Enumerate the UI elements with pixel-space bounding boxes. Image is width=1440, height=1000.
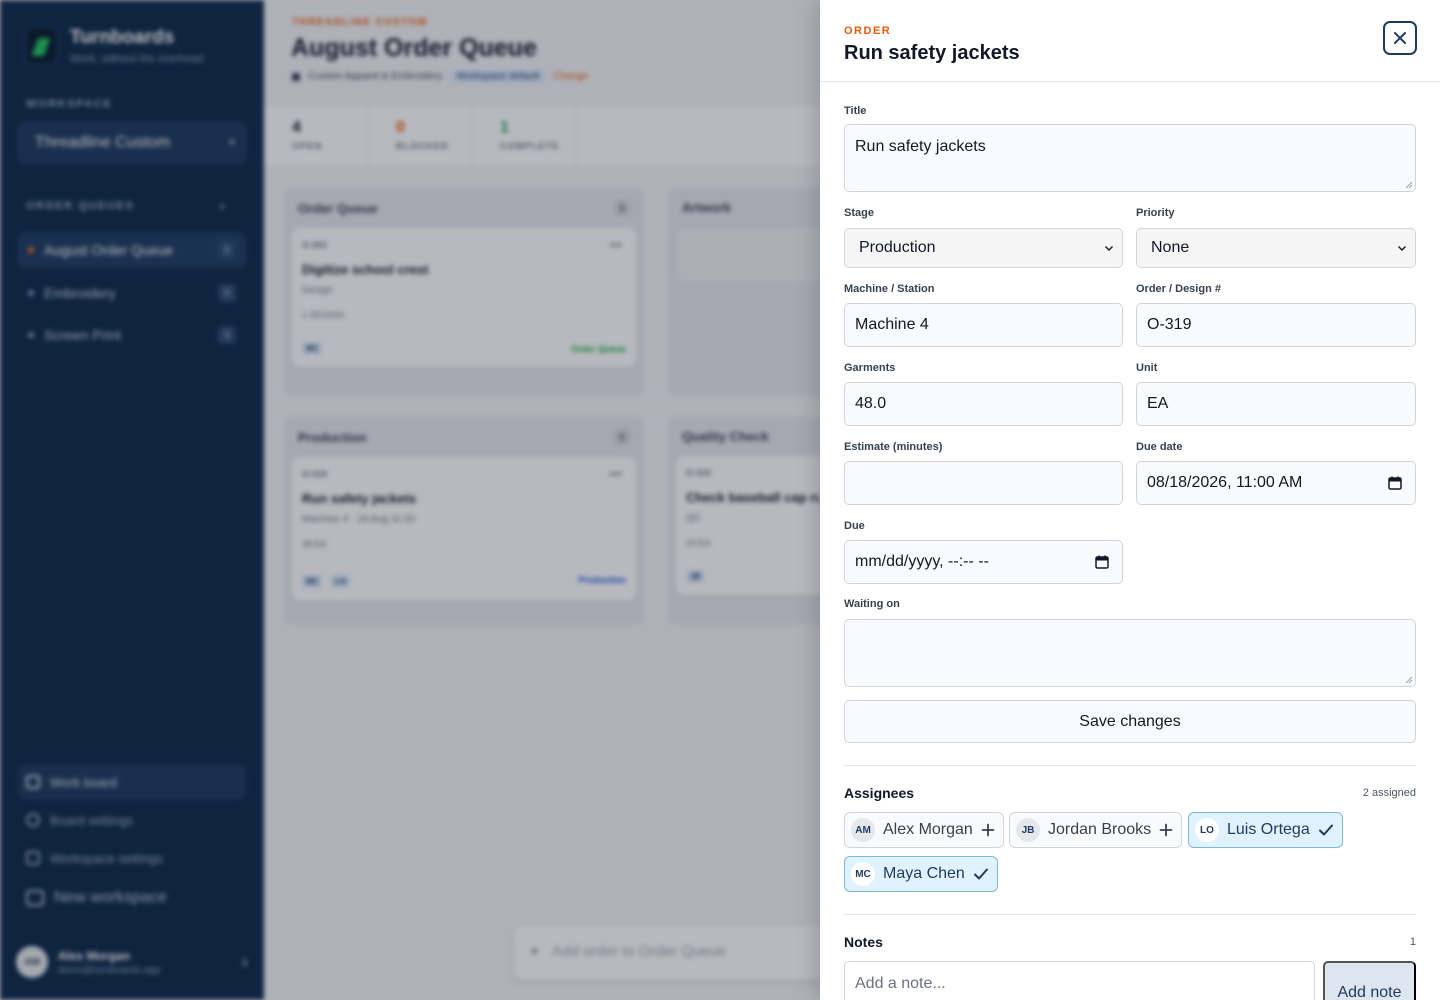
calendar-icon[interactable] — [1387, 475, 1403, 491]
assignee-chip-luis-ortega[interactable]: LO Luis Ortega — [1188, 812, 1343, 848]
modal-backdrop[interactable] — [0, 0, 820, 1000]
assignee-chip-alex-morgan[interactable]: AM Alex Morgan — [844, 812, 1004, 848]
garments-input[interactable]: 48.0 — [844, 382, 1123, 426]
check-icon — [1318, 824, 1333, 836]
plus-icon — [981, 823, 995, 837]
assignee-name: Maya Chen — [883, 865, 965, 882]
resize-handle-icon[interactable] — [1405, 676, 1413, 684]
stage-value: Production — [859, 239, 936, 256]
assignee-name: Luis Ortega — [1227, 821, 1310, 838]
assignee-name: Jordan Brooks — [1048, 821, 1152, 838]
note-input[interactable]: Add a note... — [844, 961, 1315, 1000]
resize-handle-icon[interactable] — [1405, 181, 1413, 189]
machine-label: Machine / Station — [844, 283, 935, 295]
check-icon — [973, 868, 988, 880]
order-drawer: ORDER Run safety jackets Title Run safet… — [820, 0, 1440, 1000]
assignee-chip-maya-chen[interactable]: MC Maya Chen — [844, 856, 998, 892]
close-button[interactable] — [1383, 21, 1417, 55]
garments-label: Garments — [844, 362, 896, 374]
title-value: Run safety jackets — [855, 138, 986, 155]
unit-input[interactable]: EA — [1136, 382, 1416, 426]
waiting-label: Waiting on — [844, 598, 900, 610]
order-number-label: Order / Design # — [1136, 283, 1221, 295]
due-date-input[interactable]: 08/18/2026, 11:00 AM — [1136, 461, 1416, 505]
avatar: MC — [851, 862, 875, 886]
drawer-header: ORDER Run safety jackets — [820, 0, 1440, 82]
calendar-icon[interactable] — [1094, 554, 1110, 570]
assignee-chip-jordan-brooks[interactable]: JB Jordan Brooks — [1009, 812, 1183, 848]
assignees-count: 2 assigned — [1362, 787, 1416, 799]
plus-icon — [1159, 823, 1173, 837]
order-number-value: O-319 — [1147, 316, 1192, 333]
due-input[interactable]: mm/dd/yyyy, --:-- -- — [844, 540, 1123, 584]
drawer-title: Run safety jackets — [844, 42, 1020, 64]
notes-title: Notes — [844, 934, 883, 950]
garments-value: 48.0 — [855, 395, 887, 412]
drawer-kicker: ORDER — [844, 25, 892, 37]
unit-label: Unit — [1136, 362, 1158, 374]
notes-count: 1 — [1409, 936, 1416, 948]
due-label: Due — [844, 520, 865, 532]
chevron-down-icon — [1105, 246, 1113, 251]
unit-value: EA — [1147, 395, 1169, 412]
divider — [844, 914, 1416, 915]
machine-input[interactable]: Machine 4 — [844, 303, 1123, 347]
due-value: mm/dd/yyyy, --:-- -- — [855, 553, 989, 570]
chevron-down-icon — [1398, 246, 1406, 251]
save-changes-button[interactable]: Save changes — [844, 700, 1416, 743]
add-note-button[interactable]: Add note — [1323, 961, 1416, 1000]
divider — [844, 765, 1416, 766]
estimate-input[interactable] — [844, 461, 1123, 505]
due-date-value: 08/18/2026, 11:00 AM — [1147, 474, 1303, 491]
assignees-title: Assignees — [844, 785, 915, 801]
title-textarea[interactable]: Run safety jackets — [844, 124, 1416, 192]
stage-select[interactable]: Production — [844, 228, 1123, 268]
priority-select[interactable]: None — [1136, 228, 1416, 268]
avatar: JB — [1016, 818, 1040, 842]
stage-label: Stage — [844, 207, 874, 219]
estimate-label: Estimate (minutes) — [844, 441, 943, 453]
avatar: AM — [851, 818, 875, 842]
order-number-input[interactable]: O-319 — [1136, 303, 1416, 347]
priority-value: None — [1151, 239, 1190, 256]
waiting-textarea[interactable] — [844, 619, 1416, 687]
close-icon — [1394, 32, 1406, 44]
avatar: LO — [1195, 818, 1219, 842]
machine-value: Machine 4 — [855, 316, 929, 333]
priority-label: Priority — [1136, 207, 1175, 219]
due-date-label: Due date — [1136, 441, 1183, 453]
title-label: Title — [844, 105, 867, 117]
assignee-name: Alex Morgan — [883, 821, 973, 838]
